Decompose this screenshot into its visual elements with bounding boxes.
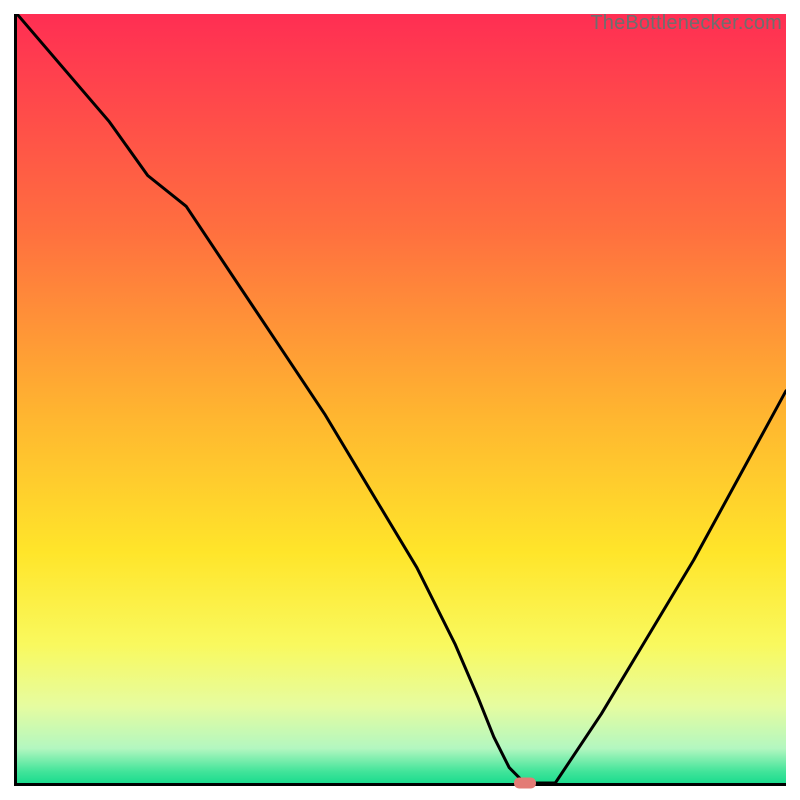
plot-area: TheBottlenecker.com [14,14,786,786]
gradient-background [17,14,786,783]
bottleneck-chart: TheBottlenecker.com [0,0,800,800]
attribution-label: TheBottlenecker.com [590,12,782,35]
optimal-marker [514,778,536,789]
